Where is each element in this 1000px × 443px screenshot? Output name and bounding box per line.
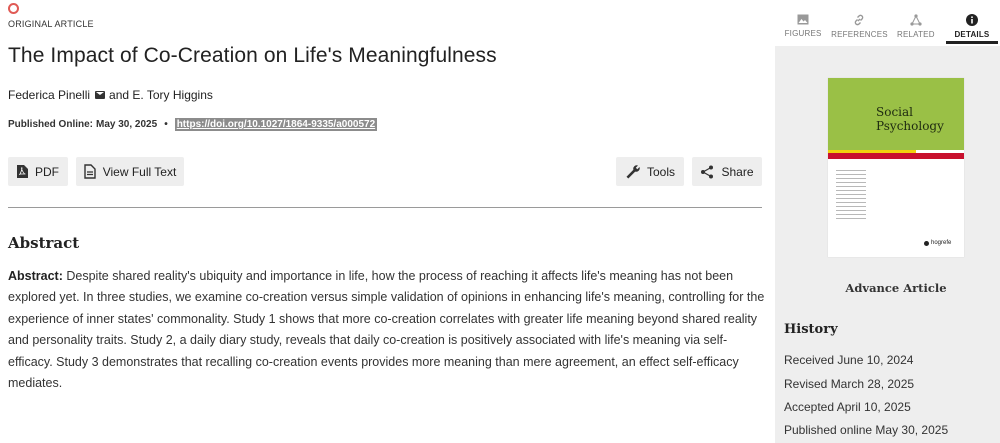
separator-dot: • — [164, 119, 168, 130]
doi-link[interactable]: https://doi.org/10.1027/1864-9335/a00057… — [174, 118, 378, 131]
tab-figures-label: FIGURES — [784, 29, 822, 38]
wrench-icon — [626, 165, 640, 179]
cover-journal-title: Social Psychology — [876, 105, 944, 133]
history-accepted: Accepted April 10, 2025 — [784, 400, 911, 414]
publisher-name: hogrefe — [931, 240, 952, 246]
info-icon — [965, 14, 978, 26]
view-full-text-label: View Full Text — [102, 164, 177, 179]
history-received: Received June 10, 2024 — [784, 353, 914, 367]
share-label: Share — [721, 164, 754, 179]
section-divider — [8, 207, 762, 208]
tools-button[interactable]: Tools — [616, 157, 684, 186]
pdf-button-label: PDF — [35, 164, 59, 179]
article-status: Advance Article — [845, 281, 947, 295]
history-revised: Revised March 28, 2025 — [784, 377, 915, 391]
share-icon — [701, 165, 714, 178]
publisher-logo: hogrefe — [924, 240, 951, 246]
image-icon — [797, 14, 809, 25]
article-main: ORIGINAL ARTICLE The Impact of Co-Creati… — [0, 0, 775, 443]
history-published: Published online May 30, 2025 — [784, 423, 949, 437]
sidebar-tabs: FIGURES REFERENCES RELATED DETAILS — [775, 0, 1000, 46]
tools-label: Tools — [646, 164, 675, 179]
journal-cover[interactable]: Social Psychology hogrefe — [828, 78, 964, 257]
mail-icon[interactable] — [95, 91, 106, 99]
cover-title-line: Psychology — [876, 119, 944, 133]
author-list: Federica Pinelli and E. Tory Higgins — [8, 88, 213, 102]
abstract-heading: Abstract — [8, 234, 80, 252]
publisher-logo-icon — [924, 240, 929, 246]
abstract-body-text: Despite shared reality's ubiquity and im… — [8, 269, 765, 391]
link-icon — [855, 14, 864, 26]
tab-figures[interactable]: FIGURES — [775, 0, 831, 46]
tab-references[interactable]: REFERENCES — [831, 0, 888, 46]
tab-details-label: DETAILS — [954, 30, 990, 39]
tab-related[interactable]: RELATED — [888, 0, 944, 46]
article-title: The Impact of Co-Creation on Life's Mean… — [8, 44, 497, 67]
view-full-text-button[interactable]: View Full Text — [76, 157, 184, 186]
network-icon — [910, 14, 922, 26]
open-access-icon — [8, 3, 19, 14]
article-type-label: ORIGINAL ARTICLE — [8, 19, 94, 29]
share-button[interactable]: Share — [692, 157, 762, 186]
published-date: May 30, 2025 — [96, 119, 158, 130]
author-link[interactable]: E. Tory Higgins — [132, 88, 212, 102]
publication-info: Published Online: May 30, 2025 • https:/… — [8, 118, 378, 131]
details-sidebar: FIGURES REFERENCES RELATED DETAILS Socia… — [775, 0, 1000, 443]
published-label: Published Online: — [8, 119, 94, 130]
pdf-button[interactable]: PDF — [8, 157, 68, 186]
tab-references-label: REFERENCES — [831, 30, 888, 39]
abstract-lead: Abstract: — [8, 269, 63, 283]
history-heading: History — [784, 322, 838, 337]
abstract-text: Abstract: Despite shared reality's ubiqu… — [8, 266, 768, 394]
document-icon — [84, 164, 96, 179]
author-connector: and — [109, 88, 130, 102]
cover-contents-lines — [836, 170, 866, 222]
tab-related-label: RELATED — [896, 30, 935, 39]
cover-title-line: Social — [876, 105, 913, 119]
tab-details[interactable]: DETAILS — [944, 0, 1000, 46]
author-link[interactable]: Federica Pinelli — [8, 88, 90, 102]
cover-red-stripe — [828, 153, 964, 159]
pdf-icon — [17, 165, 28, 178]
